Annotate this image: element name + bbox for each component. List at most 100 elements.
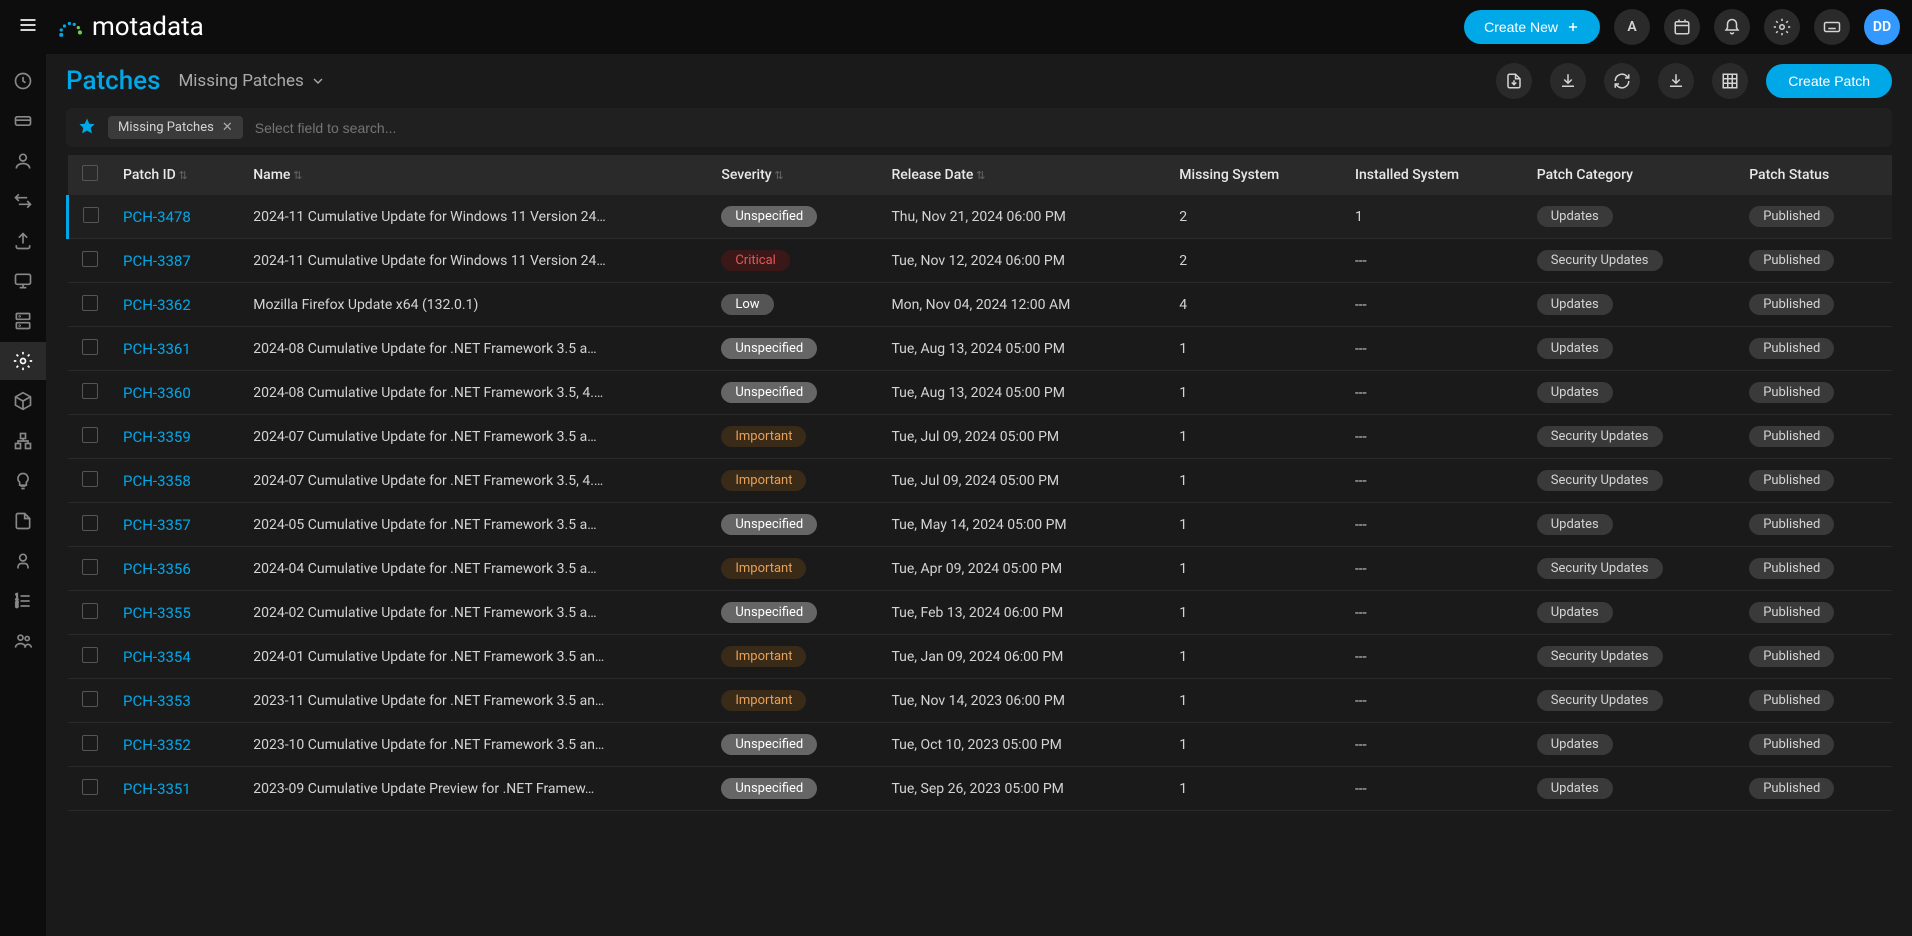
- export-icon[interactable]: [1496, 63, 1532, 99]
- patch-name: Mozilla Firefox Update x64 (132.0.1): [241, 283, 709, 327]
- patch-name: 2024-04 Cumulative Update for .NET Frame…: [241, 547, 709, 591]
- row-checkbox[interactable]: [82, 251, 98, 267]
- keyboard-icon[interactable]: [1814, 9, 1850, 45]
- col-patch-id[interactable]: Patch ID: [111, 155, 241, 195]
- row-checkbox[interactable]: [82, 559, 98, 575]
- row-checkbox[interactable]: [82, 603, 98, 619]
- filter-dropdown[interactable]: Missing Patches: [178, 71, 325, 91]
- download-icon[interactable]: [1550, 63, 1586, 99]
- logo[interactable]: motadata: [58, 12, 204, 42]
- table-row[interactable]: PCH-3362 Mozilla Firefox Update x64 (132.…: [68, 283, 1893, 327]
- table-row[interactable]: PCH-3351 2023-09 Cumulative Update Previe…: [68, 767, 1893, 811]
- status-badge: Published: [1749, 514, 1834, 535]
- col-name[interactable]: Name: [241, 155, 709, 195]
- sidebar-item-network[interactable]: [0, 422, 46, 460]
- col-patch-category[interactable]: Patch Category: [1525, 155, 1737, 195]
- patch-id-link[interactable]: PCH-3358: [123, 472, 191, 490]
- col-severity[interactable]: Severity: [709, 155, 879, 195]
- create-new-button[interactable]: Create New: [1464, 10, 1600, 44]
- refresh-icon[interactable]: [1604, 63, 1640, 99]
- category-badge: Security Updates: [1537, 690, 1663, 711]
- patch-name: 2024-08 Cumulative Update for .NET Frame…: [241, 371, 709, 415]
- patch-id-link[interactable]: PCH-3359: [123, 428, 191, 446]
- table-row[interactable]: PCH-33552024-02 Cumulative Update for .N…: [68, 591, 1893, 635]
- sidebar-item-server[interactable]: [0, 302, 46, 340]
- category-badge: Security Updates: [1537, 646, 1663, 667]
- patch-id-link[interactable]: PCH-3357: [123, 516, 191, 534]
- patch-id-link[interactable]: PCH-3354: [123, 648, 191, 666]
- sidebar-item-dashboard[interactable]: [0, 62, 46, 100]
- filter-chip-close-icon[interactable]: ✕: [222, 120, 233, 135]
- patch-id-link[interactable]: PCH-3355: [123, 604, 191, 622]
- row-checkbox[interactable]: [82, 691, 98, 707]
- table-row[interactable]: PCH-33872024-11 Cumulative Update for Wi…: [68, 239, 1893, 283]
- row-checkbox[interactable]: [82, 515, 98, 531]
- select-all-checkbox[interactable]: [82, 165, 98, 181]
- sidebar-item-person[interactable]: [0, 542, 46, 580]
- patch-id-link[interactable]: PCH-3352: [123, 736, 191, 754]
- patch-id-link[interactable]: PCH-3360: [123, 384, 191, 402]
- col-installed-system[interactable]: Installed System: [1343, 155, 1525, 195]
- table-row[interactable]: PCH-33582024-07 Cumulative Update for .N…: [68, 459, 1893, 503]
- favorite-star-icon[interactable]: [78, 117, 96, 139]
- grid-icon[interactable]: [1712, 63, 1748, 99]
- patch-name: 2024-01 Cumulative Update for .NET Frame…: [241, 635, 709, 679]
- release-date: Tue, Jan 09, 2024 06:00 PM: [879, 635, 1167, 679]
- table-row[interactable]: PCH-33592024-07 Cumulative Update for .N…: [68, 415, 1893, 459]
- sidebar-item-upload[interactable]: [0, 222, 46, 260]
- download2-icon[interactable]: [1658, 63, 1694, 99]
- sidebar-item-idea[interactable]: [0, 462, 46, 500]
- row-checkbox[interactable]: [82, 779, 98, 795]
- status-badge: Published: [1749, 206, 1834, 227]
- patch-id-link[interactable]: PCH-3356: [123, 560, 191, 578]
- missing-count: 2: [1167, 195, 1343, 239]
- row-checkbox[interactable]: [82, 471, 98, 487]
- patch-id-link[interactable]: PCH-3478: [123, 208, 191, 226]
- row-checkbox[interactable]: [83, 207, 99, 223]
- status-badge: Published: [1749, 250, 1834, 271]
- sidebar-item-desktop[interactable]: [0, 262, 46, 300]
- col-release-date[interactable]: Release Date: [879, 155, 1167, 195]
- patch-id-link[interactable]: PCH-3351: [123, 780, 191, 798]
- col-patch-status[interactable]: Patch Status: [1737, 155, 1892, 195]
- row-checkbox[interactable]: [82, 339, 98, 355]
- sidebar-item-document[interactable]: [0, 502, 46, 540]
- table-row[interactable]: PCH-33522023-10 Cumulative Update for .N…: [68, 723, 1893, 767]
- table-row[interactable]: PCH-3356 2024-04 Cumulative Update for .N…: [68, 547, 1893, 591]
- table-row[interactable]: PCH-33572024-05 Cumulative Update for .N…: [68, 503, 1893, 547]
- calendar-icon[interactable]: [1664, 9, 1700, 45]
- topbar-letter-button[interactable]: A: [1614, 9, 1650, 45]
- sidebar-item-list[interactable]: 123: [0, 582, 46, 620]
- patch-id-link[interactable]: PCH-3362: [123, 296, 191, 314]
- patch-id-link[interactable]: PCH-3361: [123, 340, 191, 358]
- patch-id-link[interactable]: PCH-3353: [123, 692, 191, 710]
- menu-toggle-icon[interactable]: [12, 9, 44, 45]
- row-checkbox[interactable]: [82, 383, 98, 399]
- row-checkbox[interactable]: [82, 295, 98, 311]
- table-row[interactable]: PCH-33532023-11 Cumulative Update for .N…: [68, 679, 1893, 723]
- settings-icon[interactable]: [1764, 9, 1800, 45]
- create-patch-button[interactable]: Create Patch: [1766, 64, 1892, 98]
- row-checkbox[interactable]: [82, 427, 98, 443]
- user-avatar[interactable]: DD: [1864, 9, 1900, 45]
- table-row[interactable]: PCH-3360 2024-08 Cumulative Update for .N…: [68, 371, 1893, 415]
- installed-count: ---: [1343, 415, 1525, 459]
- sidebar-item-tickets[interactable]: [0, 102, 46, 140]
- table-row[interactable]: PCH-34782024-11 Cumulative Update for Wi…: [68, 195, 1893, 239]
- patch-id-link[interactable]: PCH-3387: [123, 252, 191, 270]
- table-row[interactable]: PCH-33612024-08 Cumulative Update for .N…: [68, 327, 1893, 371]
- release-date: Tue, Aug 13, 2024 05:00 PM: [879, 371, 1167, 415]
- table-row[interactable]: PCH-3354 2024-01 Cumulative Update for .N…: [68, 635, 1893, 679]
- sidebar-item-exchange[interactable]: [0, 182, 46, 220]
- sidebar-item-people[interactable]: [0, 622, 46, 660]
- patch-name: 2023-09 Cumulative Update Preview for .N…: [241, 767, 709, 811]
- search-input[interactable]: [255, 120, 1880, 136]
- sidebar-item-patches[interactable]: [0, 342, 46, 380]
- sidebar-item-users[interactable]: [0, 142, 46, 180]
- row-checkbox[interactable]: [82, 735, 98, 751]
- sidebar-item-package[interactable]: [0, 382, 46, 420]
- bell-icon[interactable]: [1714, 9, 1750, 45]
- col-missing-system[interactable]: Missing System: [1167, 155, 1343, 195]
- sidebar: 123: [0, 54, 46, 936]
- row-checkbox[interactable]: [82, 647, 98, 663]
